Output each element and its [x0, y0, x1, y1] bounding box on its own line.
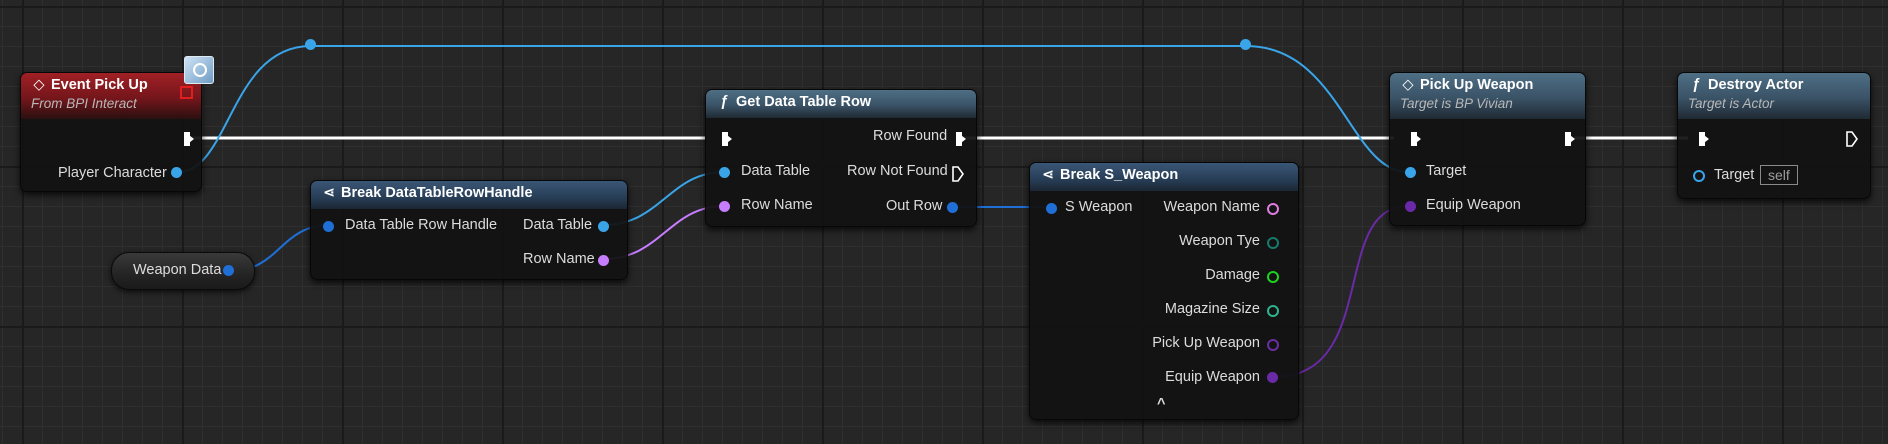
weapon-tye-pin[interactable]: [1267, 237, 1279, 249]
s-weapon-pin[interactable]: [1046, 203, 1057, 214]
destroy-title: Destroy Actor: [1708, 77, 1804, 93]
pick-up-weapon-output-pin[interactable]: [1267, 339, 1279, 351]
s-weapon-label: S Weapon: [1065, 199, 1133, 215]
weapon-name-label: Weapon Name: [1163, 199, 1260, 215]
equip-weapon-output-pin[interactable]: [1267, 372, 1278, 383]
handle-data-table-label: Data Table: [523, 217, 593, 233]
pick-up-weapon-output-label: Pick Up Weapon: [1152, 335, 1260, 351]
break-struct-icon: ⋖: [322, 185, 336, 201]
diamond-icon: ◇: [33, 77, 45, 93]
magazine-size-pin[interactable]: [1267, 305, 1279, 317]
self-value-field[interactable]: self: [1760, 165, 1798, 185]
get-row-title: Get Data Table Row: [736, 94, 872, 110]
damage-pin[interactable]: [1267, 271, 1279, 283]
damage-label: Damage: [1205, 267, 1260, 283]
pickup-subtitle: Target is BP Vivian: [1400, 96, 1513, 111]
get-row-header[interactable]: ƒ Get Data Table Row: [706, 90, 976, 118]
destroy-target-label: Target: [1714, 167, 1755, 183]
row-not-found-label: Row Not Found: [847, 163, 948, 179]
event-title: Event Pick Up: [51, 77, 148, 93]
break-weapon-title: Break S_Weapon: [1060, 167, 1179, 183]
breakpoint-icon[interactable]: [180, 86, 193, 99]
pickup-title: Pick Up Weapon: [1420, 77, 1534, 93]
get-row-row-name-label: Row Name: [741, 197, 813, 213]
pickup-exec-out-pin[interactable]: [1565, 132, 1575, 146]
weapon-name-pin[interactable]: [1267, 203, 1279, 215]
destroy-actor-node[interactable]: ƒ Destroy Actor Target is Actor Target se…: [1677, 72, 1871, 199]
event-subtitle: From BPI Interact: [31, 96, 137, 111]
destroy-exec-in-pin[interactable]: [1699, 132, 1709, 146]
get-row-data-table-pin[interactable]: [719, 167, 730, 178]
function-icon: ƒ: [1691, 77, 1701, 93]
magazine-size-label: Magazine Size: [1164, 301, 1260, 317]
handle-row-name-label: Row Name: [523, 251, 595, 267]
event-pick-up-node[interactable]: ◇ Event Pick Up From BPI Interact Player …: [20, 72, 202, 192]
reroute-knot-left[interactable]: [305, 39, 316, 50]
break-weapon-header[interactable]: ⋖ Break S_Weapon: [1030, 163, 1298, 191]
equip-weapon-output-label: Equip Weapon: [1165, 369, 1260, 385]
out-row-label: Out Row: [886, 198, 943, 214]
data-table-row-handle-label: Data Table Row Handle: [345, 217, 498, 233]
pickup-exec-in-pin[interactable]: [1411, 132, 1421, 146]
row-found-exec-pin[interactable]: [956, 132, 966, 146]
weapon-data-label: Weapon Data: [133, 262, 222, 278]
data-table-row-handle-pin[interactable]: [323, 221, 334, 232]
break-s-weapon-node[interactable]: ⋖ Break S_Weapon S Weapon Weapon Name Wea…: [1029, 162, 1299, 420]
handle-data-table-pin[interactable]: [598, 221, 609, 232]
pick-up-weapon-node[interactable]: ◇ Pick Up Weapon Target is BP Vivian Targ…: [1389, 72, 1586, 226]
player-character-label: Player Character: [58, 165, 167, 181]
get-row-row-name-pin[interactable]: [719, 201, 730, 212]
break-handle-header[interactable]: ⋖ Break DataTableRowHandle: [311, 181, 627, 209]
function-icon: ƒ: [719, 94, 729, 110]
destroy-target-pin[interactable]: [1693, 170, 1705, 182]
collapse-chevron-icon[interactable]: ^: [1157, 396, 1165, 412]
pickup-equip-weapon-pin[interactable]: [1405, 201, 1416, 212]
break-struct-icon: ⋖: [1041, 167, 1055, 183]
reroute-knot-right[interactable]: [1240, 39, 1251, 50]
break-handle-title: Break DataTableRowHandle: [341, 185, 533, 201]
get-data-table-row-node[interactable]: ƒ Get Data Table Row Row Found Data Table…: [705, 89, 977, 227]
get-row-exec-in-pin[interactable]: [722, 132, 732, 146]
break-datatablerowhandle-node[interactable]: ⋖ Break DataTableRowHandle Data Table Row…: [310, 180, 628, 280]
player-character-pin[interactable]: [171, 167, 182, 178]
pickup-header[interactable]: ◇ Pick Up Weapon Target is BP Vivian: [1390, 73, 1585, 119]
interface-icon: [184, 56, 214, 84]
destroy-subtitle: Target is Actor: [1688, 96, 1775, 111]
destroy-header[interactable]: ƒ Destroy Actor Target is Actor: [1678, 73, 1870, 119]
diamond-icon: ◇: [1402, 77, 1414, 93]
event-exec-out-pin[interactable]: [184, 132, 194, 146]
handle-row-name-pin[interactable]: [598, 255, 609, 266]
pickup-equip-weapon-label: Equip Weapon: [1426, 197, 1521, 213]
pickup-target-pin[interactable]: [1405, 167, 1416, 178]
pickup-target-label: Target: [1426, 163, 1467, 179]
row-not-found-exec-pin[interactable]: [952, 166, 964, 182]
weapon-tye-label: Weapon Tye: [1179, 233, 1260, 249]
event-node-header[interactable]: ◇ Event Pick Up From BPI Interact: [21, 73, 201, 119]
destroy-exec-out-pin[interactable]: [1846, 131, 1858, 147]
out-row-pin[interactable]: [947, 202, 958, 213]
weapon-data-variable-node[interactable]: Weapon Data: [111, 252, 255, 290]
get-row-data-table-label: Data Table: [741, 163, 811, 179]
weapon-data-out-pin[interactable]: [223, 265, 234, 276]
row-found-label: Row Found: [873, 128, 948, 144]
